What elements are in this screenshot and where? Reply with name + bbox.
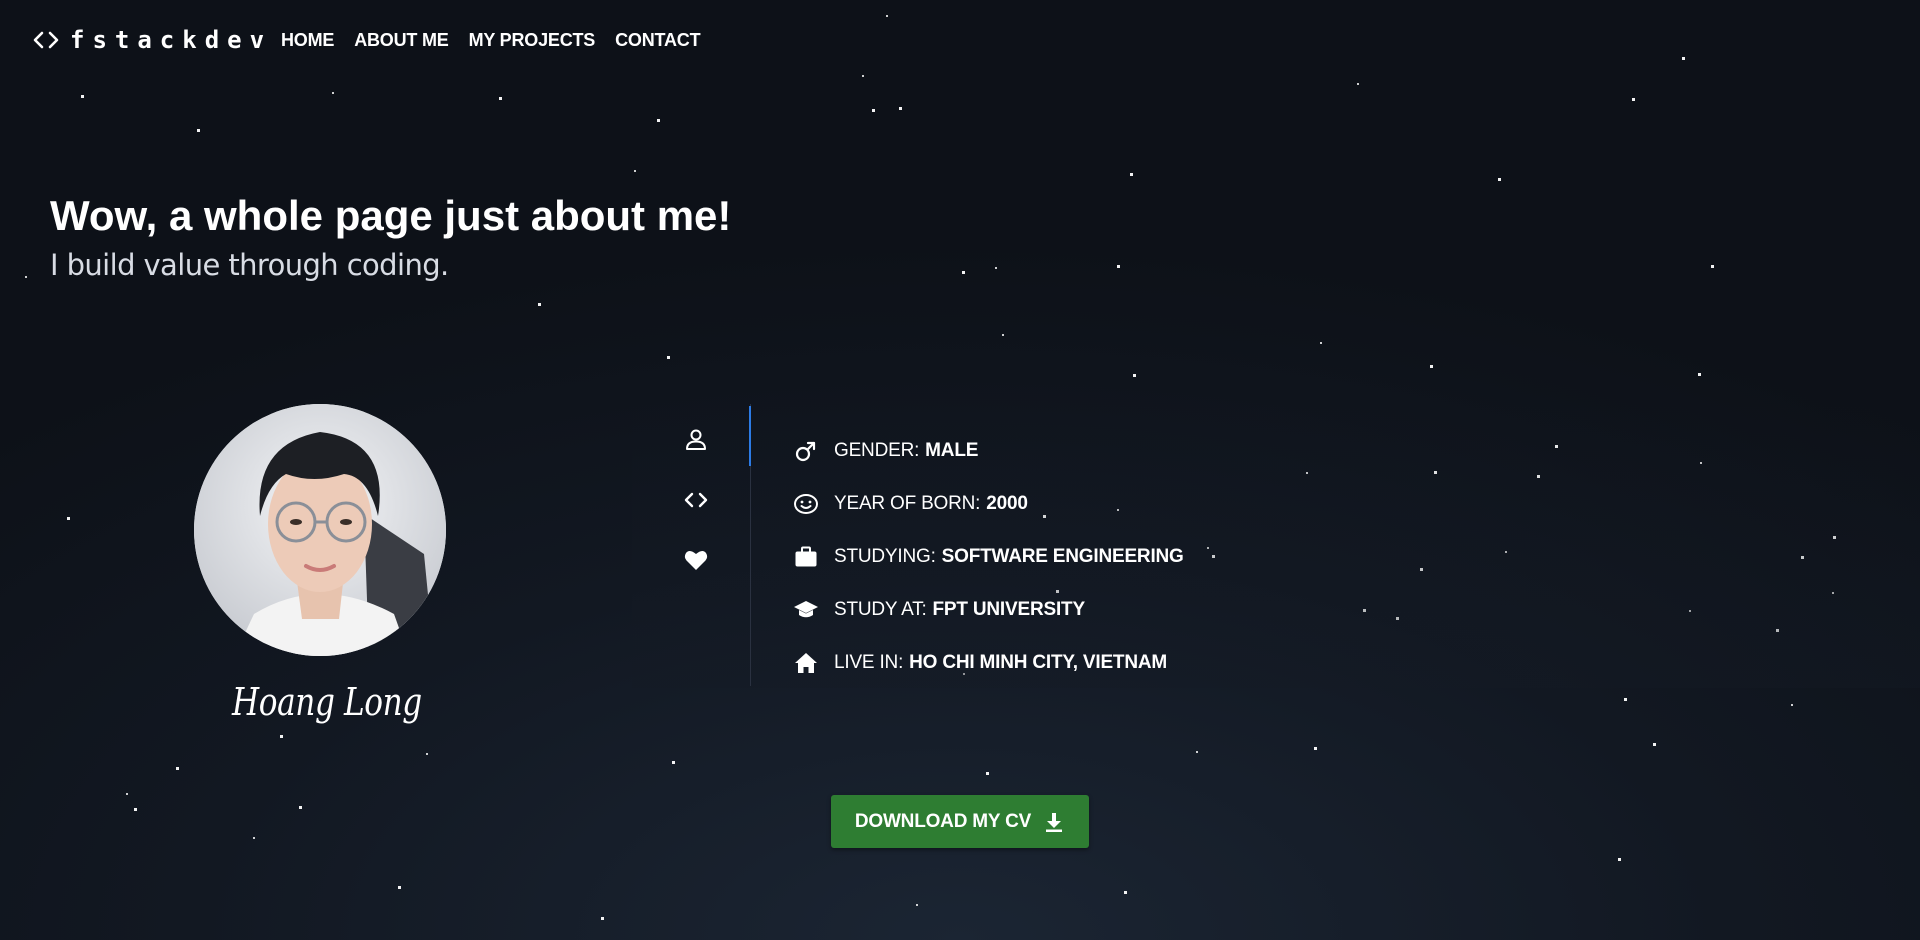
star-dot xyxy=(197,129,200,132)
info-row-study-at: STUDY AT: FPT UNIVERSITY xyxy=(792,583,1184,636)
info-label-gender: GENDER: xyxy=(834,439,920,461)
star-dot xyxy=(176,767,179,770)
star-dot xyxy=(872,109,875,112)
star-dot xyxy=(1314,747,1317,750)
star-dot xyxy=(1320,342,1322,344)
logo-text: fstackdev xyxy=(70,26,273,54)
star-dot xyxy=(398,886,401,889)
user-icon xyxy=(686,429,706,450)
star-dot xyxy=(986,772,989,775)
personal-info-list: GENDER: MALE YEAR OF BORN: 2000 STUDYING… xyxy=(792,424,1184,689)
star-dot xyxy=(1711,265,1714,268)
info-value-studying: SOFTWARE ENGINEERING xyxy=(941,545,1184,567)
home-icon xyxy=(792,649,820,677)
nav-link-about-me[interactable]: ABOUT ME xyxy=(354,30,449,51)
profile-tabs xyxy=(668,404,752,686)
page-title: Wow, a whole page just about me! xyxy=(50,192,732,239)
star-dot xyxy=(126,793,128,795)
star-dot xyxy=(899,107,902,110)
star-dot xyxy=(299,806,302,809)
star-dot xyxy=(1624,698,1627,701)
info-row-studying: STUDYING: SOFTWARE ENGINEERING xyxy=(792,530,1184,583)
star-dot xyxy=(499,97,502,100)
info-label-studying: STUDYING: xyxy=(834,545,936,567)
male-icon xyxy=(792,437,820,465)
star-dot xyxy=(657,119,660,122)
star-dot xyxy=(601,917,604,920)
info-row-gender: GENDER: MALE xyxy=(792,424,1184,477)
heart-icon xyxy=(684,550,708,570)
star-dot xyxy=(1133,374,1136,377)
star-dot xyxy=(253,837,255,839)
star-dot xyxy=(962,271,965,274)
info-label-study-at: STUDY AT: xyxy=(834,598,927,620)
tab-skills[interactable] xyxy=(668,474,724,526)
star-dot xyxy=(1698,373,1701,376)
star-dot xyxy=(916,904,918,906)
info-value-year-of-born: 2000 xyxy=(986,492,1028,514)
signature-name: Hoang Long xyxy=(232,680,422,724)
tab-hobbies[interactable] xyxy=(668,534,724,586)
info-row-year-of-born: YEAR OF BORN: 2000 xyxy=(792,477,1184,530)
star-dot xyxy=(995,267,997,269)
star-dot xyxy=(1791,704,1793,706)
profile-photo xyxy=(194,404,446,656)
star-dot xyxy=(1653,743,1656,746)
active-tab-indicator xyxy=(749,406,751,466)
info-value-live-in: HO CHI MINH CITY, VIETNAM xyxy=(909,651,1167,673)
star-dot xyxy=(1002,334,1004,336)
star-dot xyxy=(280,735,283,738)
star-dot xyxy=(1632,98,1635,101)
star-dot xyxy=(81,95,84,98)
star-dot xyxy=(538,303,541,306)
nav-link-contact[interactable]: CONTACT xyxy=(615,30,700,51)
star-dot xyxy=(25,276,27,278)
info-value-gender: MALE xyxy=(925,439,979,461)
star-dot xyxy=(634,170,636,172)
info-row-live-in: LIVE IN: HO CHI MINH CITY, VIETNAM xyxy=(792,636,1184,689)
star-dot xyxy=(1498,178,1501,181)
star-dot xyxy=(426,753,428,755)
code-brackets-icon xyxy=(684,492,708,508)
avatar xyxy=(194,404,446,656)
briefcase-icon xyxy=(792,543,820,571)
download-icon xyxy=(1046,812,1063,832)
nav-links: HOME ABOUT ME MY PROJECTS CONTACT xyxy=(281,30,720,51)
star-dot xyxy=(1130,173,1133,176)
star-dot xyxy=(67,517,70,520)
star-dot xyxy=(1196,751,1198,753)
star-dot xyxy=(672,761,675,764)
graduation-cap-icon xyxy=(792,596,820,624)
tab-personal-info[interactable] xyxy=(668,414,724,466)
download-cv-button[interactable]: DOWNLOAD MY CV xyxy=(831,795,1089,848)
star-dot xyxy=(1124,891,1127,894)
page-subtitle: I build value through coding. xyxy=(50,248,449,282)
star-dot xyxy=(134,808,137,811)
download-cv-label: DOWNLOAD MY CV xyxy=(854,810,1032,832)
star-dot xyxy=(1117,265,1120,268)
star-dot xyxy=(332,92,334,94)
star-dot xyxy=(1430,365,1433,368)
top-navbar: fstackdev HOME ABOUT ME MY PROJECTS CONT… xyxy=(0,0,1920,84)
nav-link-my-projects[interactable]: MY PROJECTS xyxy=(469,30,596,51)
nav-link-home[interactable]: HOME xyxy=(281,30,334,51)
star-dot xyxy=(1618,858,1621,861)
info-value-study-at: FPT UNIVERSITY xyxy=(932,598,1086,620)
star-dot xyxy=(667,356,670,359)
smile-icon xyxy=(792,490,820,518)
info-label-live-in: LIVE IN: xyxy=(834,651,904,673)
info-label-year-of-born: YEAR OF BORN: xyxy=(834,492,981,514)
code-brackets-icon xyxy=(33,31,59,49)
site-logo[interactable]: fstackdev xyxy=(32,26,272,54)
